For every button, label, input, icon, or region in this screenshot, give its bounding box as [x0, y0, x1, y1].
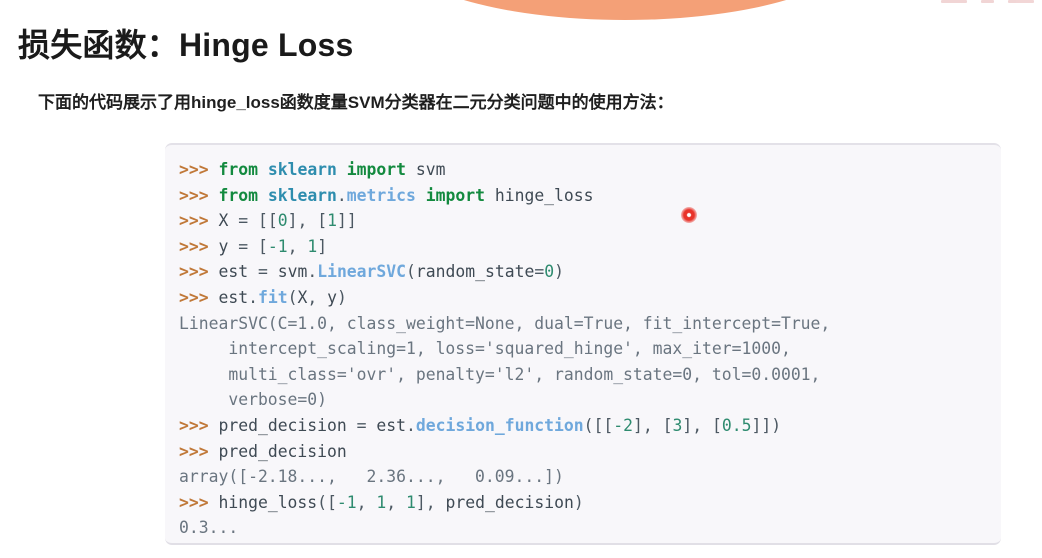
code-line: >>> X = [[0], [1]]	[179, 211, 357, 231]
window-controls[interactable]	[927, 0, 1042, 7]
code-line: array([-2.18..., 2.36..., 0.09...])	[179, 467, 564, 487]
code-line: multi_class='ovr', penalty='l2', random_…	[179, 364, 821, 384]
code-line: verbose=0)	[179, 390, 328, 410]
minimize-control-icon[interactable]	[941, 0, 967, 3]
code-line: >>> y = [-1, 1]	[179, 236, 328, 256]
code-line: >>> from sklearn.metrics import hinge_lo…	[179, 185, 594, 205]
code-line: >>> from sklearn import svm	[179, 160, 446, 179]
code-line: 0.3...	[179, 518, 239, 538]
slide-description: 下面的代码展示了用hinge_loss函数度量SVM分类器在二元分类问题中的使用…	[38, 93, 674, 112]
code-line: LinearSVC(C=1.0, class_weight=None, dual…	[179, 313, 831, 333]
maximize-control-icon[interactable]	[981, 0, 994, 3]
code-line: >>> est.fit(X, y)	[179, 287, 347, 307]
code-line: >>> pred_decision	[179, 441, 347, 461]
code-line: intercept_scaling=1, loss='squared_hinge…	[179, 339, 791, 359]
close-control-icon[interactable]	[1008, 0, 1034, 3]
code-block: >>> from sklearn import svm >>> from skle…	[165, 143, 1001, 545]
code-line: >>> pred_decision = est.decision_functio…	[179, 415, 782, 435]
code-lines: >>> from sklearn import svm >>> from skle…	[179, 157, 1001, 541]
code-line: >>> hinge_loss([-1, 1, 1], pred_decision…	[179, 492, 584, 512]
page-title: 损失函数：Hinge Loss	[18, 27, 354, 63]
decorative-arc	[392, 0, 858, 20]
code-line: >>> est = svm.LinearSVC(random_state=0)	[179, 262, 564, 282]
